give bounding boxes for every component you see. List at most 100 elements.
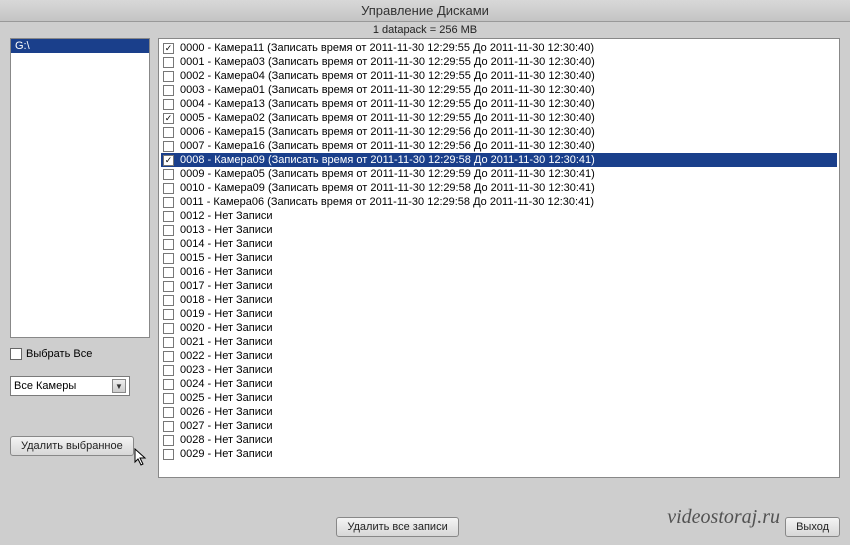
record-text: 0026 - Нет Записи [178,405,273,419]
record-checkbox[interactable] [163,85,174,96]
datapack-info: 1 datapack = 256 MB [0,22,850,38]
record-text: 0009 - Камера05 (Записать время от 2011-… [178,167,595,181]
record-text: 0010 - Камера09 (Записать время от 2011-… [178,181,595,195]
chevron-down-icon[interactable]: ▼ [112,379,126,393]
record-checkbox[interactable] [163,141,174,152]
record-text: 0012 - Нет Записи [178,209,273,223]
record-row[interactable]: 0007 - Камера16 (Записать время от 2011-… [161,139,837,153]
record-text: 0014 - Нет Записи [178,237,273,251]
record-checkbox[interactable] [163,295,174,306]
record-row[interactable]: 0026 - Нет Записи [161,405,837,419]
record-list[interactable]: 0000 - Камера11 (Записать время от 2011-… [158,38,840,478]
record-checkbox[interactable] [163,379,174,390]
record-row[interactable]: 0004 - Камера13 (Записать время от 2011-… [161,97,837,111]
left-panel: G:\ Выбрать Все Все Камеры ▼ Удалить выб… [10,38,150,478]
record-row[interactable]: 0015 - Нет Записи [161,251,837,265]
record-checkbox[interactable] [163,43,174,54]
exit-button[interactable]: Выход [785,517,840,537]
record-text: 0022 - Нет Записи [178,349,273,363]
record-checkbox[interactable] [163,267,174,278]
record-row[interactable]: 0006 - Камера15 (Записать время от 2011-… [161,125,837,139]
record-text: 0004 - Камера13 (Записать время от 2011-… [178,97,595,111]
record-text: 0002 - Камера04 (Записать время от 2011-… [178,69,595,83]
record-checkbox[interactable] [163,449,174,460]
record-text: 0001 - Камера03 (Записать время от 2011-… [178,55,595,69]
record-row[interactable]: 0013 - Нет Записи [161,223,837,237]
record-row[interactable]: 0022 - Нет Записи [161,349,837,363]
record-row[interactable]: 0020 - Нет Записи [161,321,837,335]
record-row[interactable]: 0010 - Камера09 (Записать время от 2011-… [161,181,837,195]
record-text: 0020 - Нет Записи [178,321,273,335]
record-text: 0017 - Нет Записи [178,279,273,293]
record-checkbox[interactable] [163,239,174,250]
record-text: 0005 - Камера02 (Записать время от 2011-… [178,111,595,125]
drive-item[interactable]: G:\ [11,39,149,53]
record-checkbox[interactable] [163,309,174,320]
record-row[interactable]: 0014 - Нет Записи [161,237,837,251]
record-text: 0003 - Камера01 (Записать время от 2011-… [178,83,595,97]
record-text: 0021 - Нет Записи [178,335,273,349]
record-text: 0000 - Камера11 (Записать время от 2011-… [178,41,594,55]
record-checkbox[interactable] [163,421,174,432]
record-checkbox[interactable] [163,183,174,194]
record-text: 0006 - Камера15 (Записать время от 2011-… [178,125,595,139]
record-text: 0016 - Нет Записи [178,265,273,279]
record-checkbox[interactable] [163,393,174,404]
record-row[interactable]: 0024 - Нет Записи [161,377,837,391]
record-row[interactable]: 0017 - Нет Записи [161,279,837,293]
record-row[interactable]: 0000 - Камера11 (Записать время от 2011-… [161,41,837,55]
camera-filter-value: Все Камеры [14,380,76,392]
record-row[interactable]: 0028 - Нет Записи [161,433,837,447]
record-row[interactable]: 0008 - Камера09 (Записать время от 2011-… [161,153,837,167]
select-all-checkbox[interactable] [10,348,22,360]
main-content: G:\ Выбрать Все Все Камеры ▼ Удалить выб… [0,38,850,478]
record-row[interactable]: 0002 - Камера04 (Записать время от 2011-… [161,69,837,83]
record-text: 0013 - Нет Записи [178,223,273,237]
record-row[interactable]: 0011 - Камера06 (Записать время от 2011-… [161,195,837,209]
record-checkbox[interactable] [163,323,174,334]
record-checkbox[interactable] [163,155,174,166]
record-checkbox[interactable] [163,253,174,264]
camera-filter-select[interactable]: Все Камеры ▼ [10,376,130,396]
delete-all-button[interactable]: Удалить все записи [336,517,458,537]
record-row[interactable]: 0012 - Нет Записи [161,209,837,223]
record-row[interactable]: 0023 - Нет Записи [161,363,837,377]
record-checkbox[interactable] [163,71,174,82]
select-all-label: Выбрать Все [26,348,92,360]
record-checkbox[interactable] [163,99,174,110]
left-controls: Выбрать Все Все Камеры ▼ Удалить выбранн… [10,346,150,456]
record-checkbox[interactable] [163,337,174,348]
record-text: 0018 - Нет Записи [178,293,273,307]
record-row[interactable]: 0027 - Нет Записи [161,419,837,433]
record-text: 0029 - Нет Записи [178,447,273,461]
delete-selected-button[interactable]: Удалить выбранное [10,436,134,456]
record-checkbox[interactable] [163,407,174,418]
record-row[interactable]: 0018 - Нет Записи [161,293,837,307]
record-checkbox[interactable] [163,113,174,124]
record-row[interactable]: 0025 - Нет Записи [161,391,837,405]
record-row[interactable]: 0016 - Нет Записи [161,265,837,279]
record-text: 0023 - Нет Записи [178,363,273,377]
record-row[interactable]: 0005 - Камера02 (Записать время от 2011-… [161,111,837,125]
record-checkbox[interactable] [163,57,174,68]
record-checkbox[interactable] [163,211,174,222]
record-checkbox[interactable] [163,365,174,376]
select-all-row[interactable]: Выбрать Все [10,346,150,362]
record-row[interactable]: 0003 - Камера01 (Записать время от 2011-… [161,83,837,97]
record-checkbox[interactable] [163,169,174,180]
record-row[interactable]: 0019 - Нет Записи [161,307,837,321]
record-text: 0008 - Камера09 (Записать время от 2011-… [178,153,595,167]
record-row[interactable]: 0001 - Камера03 (Записать время от 2011-… [161,55,837,69]
record-row[interactable]: 0029 - Нет Записи [161,447,837,461]
record-checkbox[interactable] [163,127,174,138]
drive-list[interactable]: G:\ [10,38,150,338]
record-text: 0007 - Камера16 (Записать время от 2011-… [178,139,595,153]
record-text: 0015 - Нет Записи [178,251,273,265]
record-checkbox[interactable] [163,197,174,208]
record-row[interactable]: 0021 - Нет Записи [161,335,837,349]
record-checkbox[interactable] [163,351,174,362]
record-checkbox[interactable] [163,435,174,446]
record-checkbox[interactable] [163,281,174,292]
record-row[interactable]: 0009 - Камера05 (Записать время от 2011-… [161,167,837,181]
record-checkbox[interactable] [163,225,174,236]
